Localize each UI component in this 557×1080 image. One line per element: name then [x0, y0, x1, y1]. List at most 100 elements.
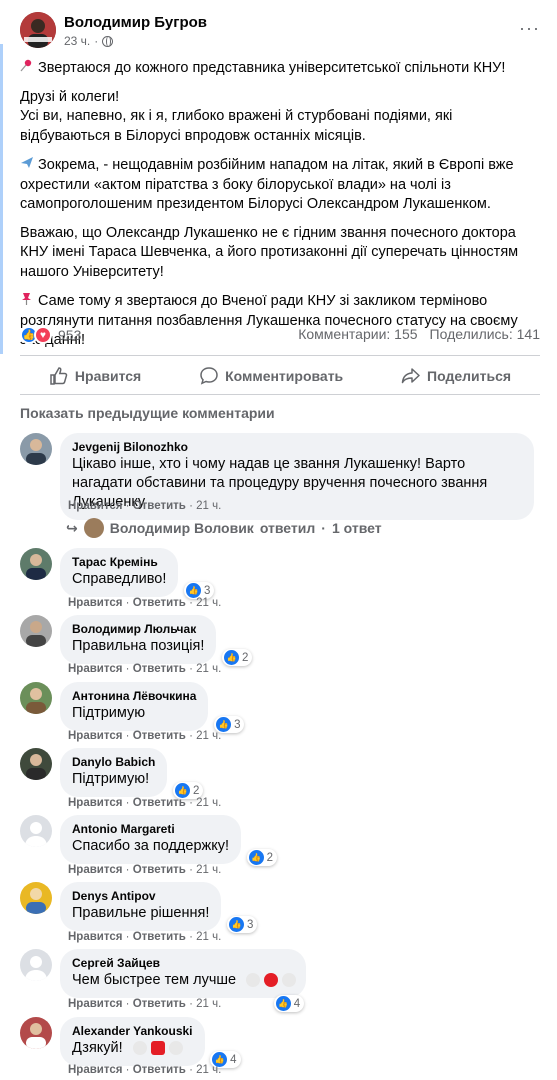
- like-reaction-icon: 👍: [174, 783, 190, 798]
- comment-like-link[interactable]: Нравится: [68, 864, 122, 876]
- post-header: Володимир Бугров 23 ч. · ···: [20, 12, 540, 52]
- comment-reply-link[interactable]: Ответить: [133, 500, 186, 512]
- comment-reply-link[interactable]: Ответить: [133, 597, 186, 609]
- post-author-name[interactable]: Володимир Бугров: [64, 14, 207, 31]
- like-reaction-icon: 👍: [228, 917, 244, 932]
- comment-reactions[interactable]: 👍 2: [246, 849, 278, 866]
- author-avatar[interactable]: [20, 12, 56, 48]
- comment-actions: Нравится · Ответить · 21 ч.: [68, 864, 222, 876]
- like-button-label: Нравится: [74, 368, 142, 384]
- comment-time[interactable]: 21 ч.: [196, 998, 221, 1010]
- post-meta: 23 ч. ·: [64, 34, 114, 48]
- share-icon: [401, 368, 420, 384]
- comment-like-link[interactable]: Нравится: [68, 931, 122, 943]
- avatar[interactable]: [20, 548, 52, 580]
- thumbs-up-icon: [50, 367, 68, 385]
- comment-reply-link[interactable]: Ответить: [133, 864, 186, 876]
- comment-time[interactable]: 21 ч.: [196, 1064, 221, 1076]
- comment-actions: Нравится · Ответить · 21 ч.: [68, 597, 222, 609]
- avatar[interactable]: [20, 682, 52, 714]
- comment-time[interactable]: 21 ч.: [196, 500, 221, 512]
- comment-author[interactable]: Antonio Margareti: [72, 822, 229, 837]
- comment-author[interactable]: Alexander Yankouski: [72, 1024, 193, 1039]
- comment-bubble: Володимир Люльчак Правильна позиція! 👍 2: [60, 615, 253, 666]
- comment-text: Правильна позиція!: [72, 638, 205, 654]
- avatar[interactable]: [20, 748, 52, 780]
- comment-text: Підтримую!: [72, 771, 150, 787]
- share-button[interactable]: Поделиться: [401, 366, 511, 386]
- divider: [20, 355, 540, 356]
- comment-time[interactable]: 21 ч.: [196, 864, 221, 876]
- comment-text: Справедливо!: [72, 571, 167, 587]
- post-paragraph: Друзі й колеги! Усі ви, напевно, як і я,…: [20, 88, 453, 144]
- comment-like-link[interactable]: Нравится: [68, 998, 122, 1010]
- comment-reply-link[interactable]: Ответить: [133, 663, 186, 675]
- reaction-summary[interactable]: 👍 ♥ 953: [20, 326, 81, 344]
- comment-reply-link[interactable]: Ответить: [133, 1064, 186, 1076]
- like-reaction-icon: 👍: [186, 583, 201, 598]
- comment-reply-link[interactable]: Ответить: [133, 797, 186, 809]
- comment-actions: Нравится · Ответить · 21 ч.: [68, 998, 222, 1010]
- white-circle-icon: [282, 973, 297, 988]
- more-options-icon[interactable]: ···: [519, 18, 540, 39]
- comment-time[interactable]: 21 ч.: [196, 597, 221, 609]
- comment-text: Спасибо за поддержку!: [72, 838, 230, 854]
- comment-like-link[interactable]: Нравится: [68, 597, 122, 609]
- red-heart-icon: [150, 1041, 165, 1056]
- post-paragraph: Вважаю, що Олександр Лукашенко не є гідн…: [20, 224, 519, 280]
- comment-reply-link[interactable]: Ответить: [133, 998, 186, 1010]
- comment-author[interactable]: Danylo Babich: [72, 755, 155, 770]
- like-reaction-icon: 👍: [223, 650, 239, 665]
- comment-like-link[interactable]: Нравится: [68, 663, 122, 675]
- comment-time[interactable]: 21 ч.: [196, 797, 221, 809]
- comment-like-link[interactable]: Нравится: [68, 730, 122, 742]
- comment-icon: [200, 367, 218, 385]
- comment-reply-link[interactable]: Ответить: [133, 931, 186, 943]
- comment-bubble: Alexander Yankouski Дзякуй! 👍 4: [60, 1017, 241, 1068]
- comment-actions: Нравится · Ответить · 21 ч.: [68, 663, 222, 675]
- comment-author[interactable]: Володимир Люльчак: [72, 622, 204, 637]
- airplane-icon: [20, 155, 38, 175]
- comment-reactions[interactable]: 👍 2: [221, 649, 253, 666]
- avatar[interactable]: [20, 433, 52, 465]
- globe-icon: [102, 35, 114, 47]
- show-previous-comments-link[interactable]: Показать предыдущие комментарии: [20, 405, 275, 421]
- avatar[interactable]: [20, 882, 52, 914]
- comment-reactions[interactable]: 👍 4: [273, 995, 305, 1012]
- replies-link[interactable]: ↪ Володимир Воловик ответил · 1 ответ: [66, 518, 382, 538]
- reply-arrow-icon: ↪: [66, 519, 78, 536]
- comment-author[interactable]: Denys Antipov: [72, 889, 209, 904]
- comment-reply-link[interactable]: Ответить: [133, 730, 186, 742]
- comment-button[interactable]: Комментировать: [199, 366, 343, 386]
- avatar[interactable]: [20, 815, 52, 847]
- post-focus-accent: [0, 44, 3, 354]
- like-button[interactable]: Нравится: [49, 366, 141, 386]
- comments-count[interactable]: Комментарии: 155: [298, 326, 417, 342]
- comment-like-link[interactable]: Нравится: [68, 1064, 122, 1076]
- comment-author[interactable]: Jevgenij Bilonozhko: [72, 440, 522, 455]
- avatar[interactable]: [20, 615, 52, 647]
- comment-time[interactable]: 21 ч.: [196, 730, 221, 742]
- comment-button-label: Комментировать: [225, 368, 344, 384]
- comment-like-link[interactable]: Нравится: [68, 500, 122, 512]
- divider: [20, 394, 540, 395]
- emoji-sequence: [246, 973, 297, 988]
- reply-count: 1 ответ: [331, 520, 382, 536]
- avatar[interactable]: [20, 1017, 52, 1049]
- post-time[interactable]: 23 ч.: [64, 34, 90, 48]
- comment-author[interactable]: Тарас Кремінь: [72, 555, 166, 570]
- reaction-count: 953: [58, 327, 82, 343]
- comment-author[interactable]: Антонина Лёвочкина: [72, 689, 196, 704]
- comment-actions: Нравится · Ответить · 21 ч.: [68, 730, 222, 742]
- avatar[interactable]: [20, 949, 52, 981]
- comment-bubble: Danylo Babich Підтримую! 👍 2: [60, 748, 204, 799]
- comment-time[interactable]: 21 ч.: [196, 663, 221, 675]
- comment-time[interactable]: 21 ч.: [196, 931, 221, 943]
- post-actions: Нравится Комментировать Поделиться: [20, 360, 540, 392]
- comment-reactions[interactable]: 👍 3: [226, 916, 258, 933]
- comment-author[interactable]: Сергей Зайцев: [72, 956, 296, 971]
- comment-like-link[interactable]: Нравится: [68, 797, 122, 809]
- shares-count[interactable]: Поделились: 141: [430, 326, 540, 342]
- post-stats: 👍 ♥ 953 Комментарии: 155 Поделились: 141: [20, 326, 540, 346]
- comment-bubble: Тарас Кремінь Справедливо! 👍 3: [60, 548, 215, 599]
